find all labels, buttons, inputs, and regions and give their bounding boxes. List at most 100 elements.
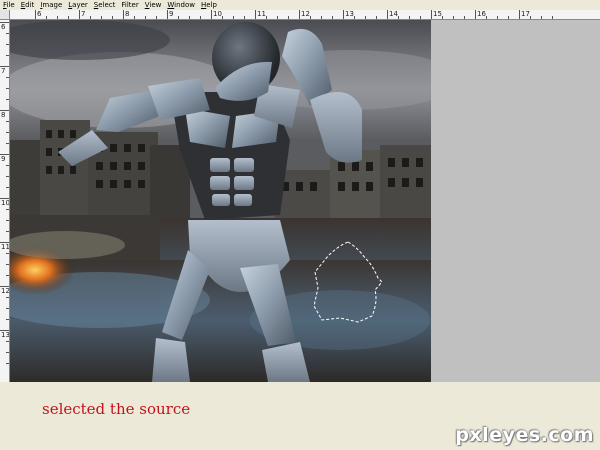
ruler-label: 8 [125,10,130,18]
ruler-label: 17 [521,10,530,18]
ruler-label: 6 [1,23,6,31]
ruler-label: 12 [1,287,10,295]
ruler-minor-tick [134,16,135,19]
ruler-minor-tick [266,16,267,19]
ruler-label: 6 [37,10,42,18]
ruler-minor-tick [6,99,9,100]
menu-layer[interactable]: Layer [65,0,91,10]
ruler-minor-tick [497,16,498,19]
ruler-minor-tick [409,16,410,19]
ruler-label: 12 [301,10,310,18]
menu-file[interactable]: File [0,0,18,10]
menu-select[interactable]: Select [91,0,119,10]
ruler-corner[interactable] [0,10,10,20]
ruler-tick [475,10,476,19]
debris [10,231,125,259]
ruler-tick [79,10,80,19]
ruler-minor-tick [6,308,9,309]
ruler-minor-tick [156,16,157,19]
ruler-label: 7 [81,10,86,18]
horizontal-ruler[interactable]: 6 7 8 9 10 11 12 13 14 15 16 17 [10,10,600,20]
ruler-minor-tick [6,88,9,89]
ruler-minor-tick [101,16,102,19]
ruler-minor-tick [310,16,311,19]
pasteboard [431,20,600,382]
ruler-minor-tick [6,253,9,254]
ruler-minor-tick [508,16,509,19]
ruler-minor-tick [365,16,366,19]
ruler-minor-tick [112,16,113,19]
menu-window[interactable]: Window [164,0,198,10]
menu-image[interactable]: Image [37,0,65,10]
ruler-tick [299,10,300,19]
ruler-minor-tick [453,16,454,19]
ruler-minor-tick [6,165,9,166]
ruler-label: 9 [1,155,6,163]
ruler-minor-tick [277,16,278,19]
ruler-label: 10 [1,199,10,207]
ruler-minor-tick [6,132,9,133]
ruler-tick [255,10,256,19]
ruler-tick [431,10,432,19]
ruler-minor-tick [376,16,377,19]
ruler-minor-tick [90,16,91,19]
ruler-minor-tick [6,231,9,232]
ruler-minor-tick [464,16,465,19]
ruler-label: 11 [1,243,10,251]
ruler-tick [35,10,36,19]
ruler-label: 8 [1,111,6,119]
ruler-minor-tick [552,16,553,19]
ruler-label: 13 [345,10,354,18]
ruler-minor-tick [6,341,9,342]
ruler-minor-tick [420,16,421,19]
step-caption: selected the source [42,400,191,418]
ruler-minor-tick [541,16,542,19]
ruler-minor-tick [233,16,234,19]
ruler-minor-tick [321,16,322,19]
ruler-minor-tick [244,16,245,19]
ruler-label: 10 [213,10,222,18]
ruler-minor-tick [200,16,201,19]
ruler-label: 7 [1,67,6,75]
ruler-tick [123,10,124,19]
ruler-minor-tick [46,16,47,19]
ruler-minor-tick [222,16,223,19]
ruler-tick [387,10,388,19]
ruler-minor-tick [530,16,531,19]
ruler-minor-tick [57,16,58,19]
ruler-minor-tick [486,16,487,19]
ruler-minor-tick [6,55,9,56]
ruler-minor-tick [6,143,9,144]
ruler-minor-tick [6,220,9,221]
ruler-tick [211,10,212,19]
ruler-label: 14 [389,10,398,18]
ruler-minor-tick [6,319,9,320]
menu-help[interactable]: Help [198,0,220,10]
menu-filter[interactable]: Filter [118,0,141,10]
ruler-tick [343,10,344,19]
ruler-minor-tick [6,209,9,210]
ruler-minor-tick [288,16,289,19]
ruler-minor-tick [6,176,9,177]
ruler-label: 13 [1,331,10,339]
ruler-minor-tick [398,16,399,19]
menu-bar: File Edit Image Layer Select Filter View… [0,0,600,10]
ruler-minor-tick [6,121,9,122]
ruler-minor-tick [6,352,9,353]
ruler-minor-tick [178,16,179,19]
ruler-label: 15 [433,10,442,18]
ruler-minor-tick [6,33,9,34]
document-canvas[interactable] [10,20,431,382]
ruler-label: 16 [477,10,486,18]
ruler-tick [167,10,168,19]
menu-view[interactable]: View [142,0,165,10]
ruler-minor-tick [6,297,9,298]
vertical-ruler[interactable]: 6 7 8 9 10 11 12 13 [0,20,10,382]
ruler-minor-tick [145,16,146,19]
ruler-label: 9 [169,10,174,18]
ruler-minor-tick [442,16,443,19]
ruler-minor-tick [6,363,9,364]
ruler-minor-tick [189,16,190,19]
menu-edit[interactable]: Edit [18,0,38,10]
ruler-label: 11 [257,10,266,18]
